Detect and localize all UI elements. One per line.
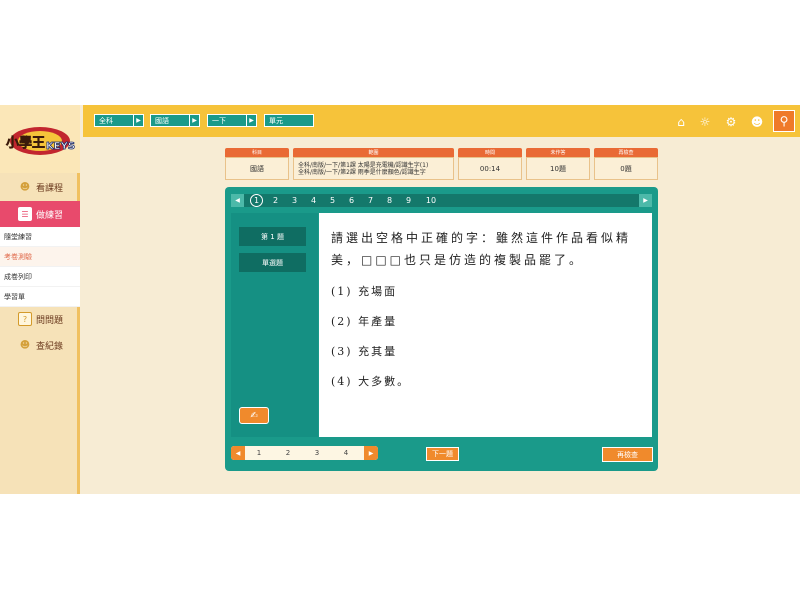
question-icon: ? xyxy=(18,312,32,326)
sidebar-subitem-worksheet[interactable]: 學習單 xyxy=(0,287,80,307)
info-header: 科目 xyxy=(225,148,289,157)
chevron-left-icon[interactable]: ◀ xyxy=(231,194,244,207)
pen-icon[interactable]: ✍ xyxy=(239,407,269,424)
question-number-bar: ◀ 1 2 3 4 5 6 7 8 9 10 ▶ xyxy=(231,194,652,207)
info-review: 再檢查 0題 xyxy=(594,148,658,180)
question-number[interactable]: 4 xyxy=(307,194,320,207)
info-header: 未作答 xyxy=(526,148,590,157)
question-number[interactable]: 8 xyxy=(383,194,396,207)
breadcrumb-label: 國語 xyxy=(155,116,169,125)
info-value: 0題 xyxy=(594,157,658,180)
sidebar-item-label: 查紀錄 xyxy=(36,341,64,352)
search-icon[interactable]: ⚲ xyxy=(773,110,795,132)
person-icon: ☻ xyxy=(19,181,31,193)
question-label-button[interactable]: 第 1 題 xyxy=(239,227,306,246)
option-3[interactable]: (3) 充其量 xyxy=(331,345,642,359)
range-line: 全科/南版/一下/第2課 雨季是什麼顏色/認識生字 xyxy=(298,168,426,176)
info-subject: 科目 國語 xyxy=(225,148,289,180)
question-number[interactable]: 7 xyxy=(364,194,377,207)
help-icon[interactable]: ☼ xyxy=(697,114,713,130)
info-header: 範圍 xyxy=(293,148,454,157)
question-number-current[interactable]: 1 xyxy=(250,194,263,207)
question-type-button[interactable]: 單選題 xyxy=(239,253,306,272)
sidebar-item-courses[interactable]: ☻ 看課程 xyxy=(0,175,80,199)
question-number[interactable]: 3 xyxy=(288,194,301,207)
question-number[interactable]: 5 xyxy=(326,194,339,207)
pager-number[interactable]: 2 xyxy=(282,446,294,460)
home-icon[interactable]: ⌂ xyxy=(673,114,689,130)
sidebar-item-label: 看課程 xyxy=(36,183,64,194)
recheck-button[interactable]: 再檢查 xyxy=(602,447,653,462)
sidebar-item-practice[interactable]: ☰ 做練習 xyxy=(0,201,80,227)
info-time: 時間 00:14 xyxy=(458,148,522,180)
question-number[interactable]: 9 xyxy=(402,194,415,207)
top-bar: 全科 ▶ 國語 ▶ 一下 ▶ 單元 ⌂ ☼ ⚙ ☻ ⚲ xyxy=(83,105,800,137)
info-range: 範圍 全科/南版/一下/第1課 太陽是充電機/認識生字(1) 全科/南版/一下/… xyxy=(293,148,454,180)
breadcrumb-label: 全科 xyxy=(99,116,113,125)
pager-number[interactable]: 3 xyxy=(311,446,323,460)
sidebar-subitem-random[interactable]: 隨堂練習 xyxy=(0,227,80,247)
logo: 小學王 KEYS xyxy=(6,127,75,155)
question-panel: ◀ 1 2 3 4 5 6 7 8 9 10 ▶ 第 1 題 單選題 ✍ 請選出… xyxy=(225,187,658,471)
info-header: 再檢查 xyxy=(594,148,658,157)
app-window: 小學王 KEYS ☻ 看課程 ☰ 做練習 隨堂練習 考卷測驗 成卷列印 學習單 … xyxy=(0,105,800,494)
question-number[interactable]: 6 xyxy=(345,194,358,207)
next-question-button[interactable]: 下一題 xyxy=(426,447,459,461)
option-pager: ◀ 1 2 3 4 ▶ xyxy=(231,446,378,460)
breadcrumb-label: 一下 xyxy=(212,116,226,125)
breadcrumb-scope[interactable]: 全科 ▶ xyxy=(94,114,144,127)
info-unanswered: 未作答 10題 xyxy=(526,148,590,180)
pager-number[interactable]: 4 xyxy=(340,446,352,460)
person-search-icon: ☻ xyxy=(19,339,31,351)
chevron-right-icon[interactable]: ▶ xyxy=(364,446,378,460)
question-number[interactable]: 2 xyxy=(269,194,282,207)
sidebar-item-label: 做練習 xyxy=(36,210,64,221)
svg-text:KEYS: KEYS xyxy=(46,141,75,152)
sidebar-subitem-print[interactable]: 成卷列印 xyxy=(0,267,80,287)
range-line: 全科/南版/一下/第1課 太陽是充電機/認識生字(1) xyxy=(298,161,429,169)
info-value: 10題 xyxy=(526,157,590,180)
breadcrumb-unit[interactable]: 單元 xyxy=(264,114,314,127)
gear-icon[interactable]: ⚙ xyxy=(723,114,739,130)
question-sidebar: 第 1 題 單選題 ✍ xyxy=(231,213,318,437)
triangle-right-icon: ▶ xyxy=(246,115,256,126)
info-header: 時間 xyxy=(458,148,522,157)
list-icon: ☰ xyxy=(18,207,32,221)
sidebar-item-ask[interactable]: ? 問問題 xyxy=(0,307,80,331)
triangle-right-icon: ▶ xyxy=(133,115,143,126)
triangle-right-icon: ▶ xyxy=(189,115,199,126)
user-icon[interactable]: ☻ xyxy=(749,114,765,130)
sidebar-item-label: 問問題 xyxy=(36,315,64,326)
timer-value: 00:14 xyxy=(458,157,522,180)
question-area: 請選出空格中正確的字：雖然這件作品看似精美，□□□也只是仿造的複製品罷了。 (1… xyxy=(319,213,652,437)
option-1[interactable]: (1) 充場面 xyxy=(331,285,642,299)
breadcrumb-label: 單元 xyxy=(269,116,283,125)
breadcrumb-semester[interactable]: 一下 ▶ xyxy=(207,114,257,127)
breadcrumb-subject[interactable]: 國語 ▶ xyxy=(150,114,200,127)
question-text: 請選出空格中正確的字：雖然這件作品看似精美，□□□也只是仿造的複製品罷了。 xyxy=(331,231,632,267)
info-value: 全科/南版/一下/第1課 太陽是充電機/認識生字(1) 全科/南版/一下/第2課… xyxy=(293,157,454,180)
option-2[interactable]: (2) 年產量 xyxy=(331,315,642,329)
pager-number[interactable]: 1 xyxy=(253,446,265,460)
sidebar: 小學王 KEYS ☻ 看課程 ☰ 做練習 隨堂練習 考卷測驗 成卷列印 學習單 … xyxy=(0,105,80,494)
question-number[interactable]: 10 xyxy=(423,194,439,207)
logo-area: 小學王 KEYS xyxy=(0,105,80,173)
chevron-left-icon[interactable]: ◀ xyxy=(231,446,245,460)
info-value: 國語 xyxy=(225,157,289,180)
sidebar-subitem-mock-test[interactable]: 考卷測驗 xyxy=(0,247,80,267)
option-4[interactable]: (4) 大多數。 xyxy=(331,375,642,389)
chevron-right-icon[interactable]: ▶ xyxy=(639,194,652,207)
sidebar-item-records[interactable]: ☻ 查紀錄 xyxy=(0,333,80,357)
svg-text:小學王: 小學王 xyxy=(6,135,45,151)
